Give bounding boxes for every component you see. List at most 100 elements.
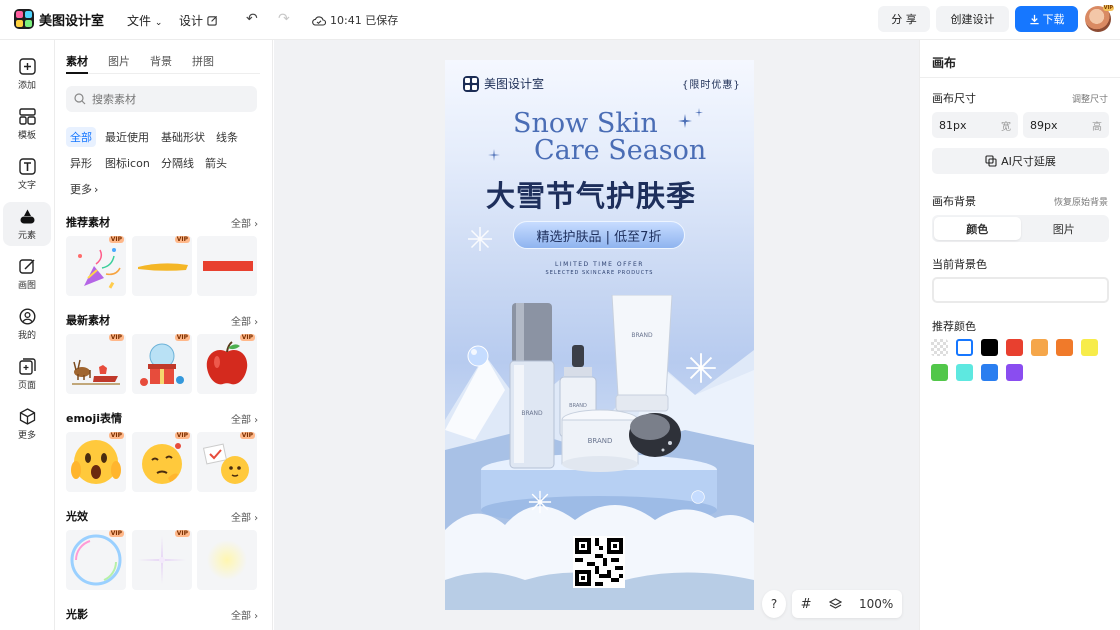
qr-code-image xyxy=(575,538,623,586)
shapes-icon xyxy=(18,207,36,225)
download-button[interactable]: 下载 xyxy=(1015,6,1078,32)
vip-badge: VIP xyxy=(108,334,124,341)
redo-icon[interactable]: ↷ xyxy=(278,11,290,27)
rail-item-more[interactable]: 更多 xyxy=(3,402,51,446)
chip-more[interactable]: 更多 › xyxy=(66,179,102,199)
search-input[interactable] xyxy=(92,92,242,106)
bubble-icon xyxy=(467,345,489,367)
rail-item-template[interactable]: 模板 xyxy=(3,102,51,146)
chip-arrows[interactable]: 箭头 xyxy=(201,153,231,173)
resize-link[interactable]: 调整尺寸 xyxy=(1072,92,1108,105)
thinking-emoji-image xyxy=(142,443,182,484)
help-button[interactable]: ? xyxy=(762,590,786,618)
asset-glow[interactable] xyxy=(197,530,257,590)
snowflake-icon xyxy=(468,227,492,251)
bg-tab-image[interactable]: 图片 xyxy=(1021,217,1108,240)
swatch-transparent[interactable] xyxy=(931,339,948,356)
rail-item-add[interactable]: 添加 xyxy=(3,52,51,96)
asset-thinking-emoji[interactable]: VIP xyxy=(132,432,192,492)
rail-item-mine[interactable]: 我的 xyxy=(3,302,51,346)
asset-apple[interactable]: VIP xyxy=(197,334,257,394)
vip-badge: VIP xyxy=(239,432,255,439)
asset-reindeer-sleigh[interactable]: VIP xyxy=(66,334,126,394)
file-menu[interactable]: 文件 ⌄ xyxy=(127,12,162,29)
snowflake-icon xyxy=(528,490,552,514)
color-swatch[interactable] xyxy=(956,364,973,381)
asset-gift-globe[interactable]: VIP xyxy=(132,334,192,394)
asset-brush-stroke[interactable]: VIP xyxy=(132,236,192,296)
section-title-emoji: emoji表情 xyxy=(66,412,123,425)
poster-brand-text: 美图设计室 xyxy=(484,77,545,91)
app-logo[interactable]: 美图设计室 xyxy=(14,9,104,29)
layers-icon[interactable] xyxy=(828,597,842,611)
color-swatch[interactable] xyxy=(981,364,998,381)
see-all-link[interactable]: 全部 › xyxy=(231,411,258,426)
chip-dividers[interactable]: 分隔线 xyxy=(157,153,198,173)
color-swatch[interactable] xyxy=(1006,364,1023,381)
vip-badge: VIP xyxy=(174,432,190,439)
see-all-link[interactable]: 全部 › xyxy=(231,313,258,328)
height-field[interactable]: 89px 高 xyxy=(1023,112,1109,138)
current-bg-label: 当前背景色 xyxy=(932,258,987,271)
chip-basic-shapes[interactable]: 基础形状 xyxy=(157,127,209,147)
assets-panel: 素材 图片 背景 拼图 全部 最近使用 基础形状 线条 异形 图标icon 分隔… xyxy=(56,40,273,630)
rail-item-draw[interactable]: 画图 xyxy=(3,252,51,296)
avatar[interactable]: VIP xyxy=(1085,5,1114,32)
rail-item-text[interactable]: 文字 xyxy=(3,152,51,196)
poster-canvas[interactable]: 美图设计室 {限时优惠} Snow Skin Care Season 大雪节气护… xyxy=(445,60,754,610)
chip-irregular[interactable]: 异形 xyxy=(66,153,96,173)
section-title-light-effects: 光效 xyxy=(66,510,88,523)
chip-all[interactable]: 全部 xyxy=(66,127,96,147)
zoom-level[interactable]: 100% xyxy=(859,597,893,611)
color-swatch[interactable] xyxy=(1081,339,1098,356)
color-swatch[interactable] xyxy=(1056,339,1073,356)
color-swatch[interactable] xyxy=(1031,339,1048,356)
color-swatch[interactable] xyxy=(956,339,973,356)
restore-bg-link[interactable]: 恢复原始背景 xyxy=(1054,195,1108,208)
chip-recent[interactable]: 最近使用 xyxy=(101,127,153,147)
bg-tab-color[interactable]: 颜色 xyxy=(934,217,1021,240)
tab-backgrounds[interactable]: 背景 xyxy=(150,53,172,69)
current-bg-swatch[interactable] xyxy=(932,277,1109,303)
create-design-button[interactable]: 创建设计 xyxy=(936,6,1009,32)
color-swatch[interactable] xyxy=(931,364,948,381)
search-box[interactable] xyxy=(66,86,257,112)
poster-title-cn: 大雪节气护肤季 xyxy=(486,179,697,213)
text-icon xyxy=(18,157,36,175)
vip-badge: VIP xyxy=(1102,5,1114,11)
rail-item-pages[interactable]: 页面 xyxy=(3,352,51,396)
grid-icon[interactable]: # xyxy=(801,597,812,612)
asset-bubble[interactable]: VIP xyxy=(66,530,126,590)
asset-sparkle[interactable]: VIP xyxy=(132,530,192,590)
tab-images[interactable]: 图片 xyxy=(108,53,130,69)
vip-badge: VIP xyxy=(174,236,190,243)
share-button[interactable]: 分 享 xyxy=(878,6,930,32)
asset-sign-emoji[interactable]: VIP xyxy=(197,432,257,492)
undo-icon[interactable]: ↶ xyxy=(246,11,258,27)
tab-materials[interactable]: 素材 xyxy=(66,53,88,69)
apple-image xyxy=(206,341,248,385)
color-swatch[interactable] xyxy=(981,339,998,356)
tab-collage[interactable]: 拼图 xyxy=(192,53,214,69)
width-field[interactable]: 81px 宽 xyxy=(932,112,1018,138)
recommended-colors-label: 推荐颜色 xyxy=(932,320,976,333)
cloud-check-icon xyxy=(312,15,326,26)
see-all-link[interactable]: 全部 › xyxy=(231,215,258,230)
see-all-link[interactable]: 全部 › xyxy=(231,509,258,524)
see-all-label: 全部 xyxy=(231,415,251,426)
design-menu[interactable]: 设计 xyxy=(179,12,218,29)
rail-label: 模板 xyxy=(17,131,36,141)
asset-shocked-emoji[interactable]: VIP xyxy=(66,432,126,492)
color-swatch[interactable] xyxy=(1006,339,1023,356)
chip-lines[interactable]: 线条 xyxy=(212,127,242,147)
chip-icons[interactable]: 图标icon xyxy=(101,153,154,173)
ai-resize-button[interactable]: AI尺寸延展 xyxy=(932,148,1109,174)
see-all-link[interactable]: 全部 › xyxy=(231,607,258,622)
asset-tabs: 素材 图片 背景 拼图 xyxy=(66,53,214,69)
asset-red-bar[interactable] xyxy=(197,236,257,296)
see-all-label: 全部 xyxy=(231,317,251,328)
rail-label: 元素 xyxy=(17,231,36,241)
asset-party-popper[interactable]: VIP xyxy=(66,236,126,296)
width-unit: 宽 xyxy=(1001,121,1011,133)
rail-item-elements[interactable]: 元素 xyxy=(3,202,51,246)
